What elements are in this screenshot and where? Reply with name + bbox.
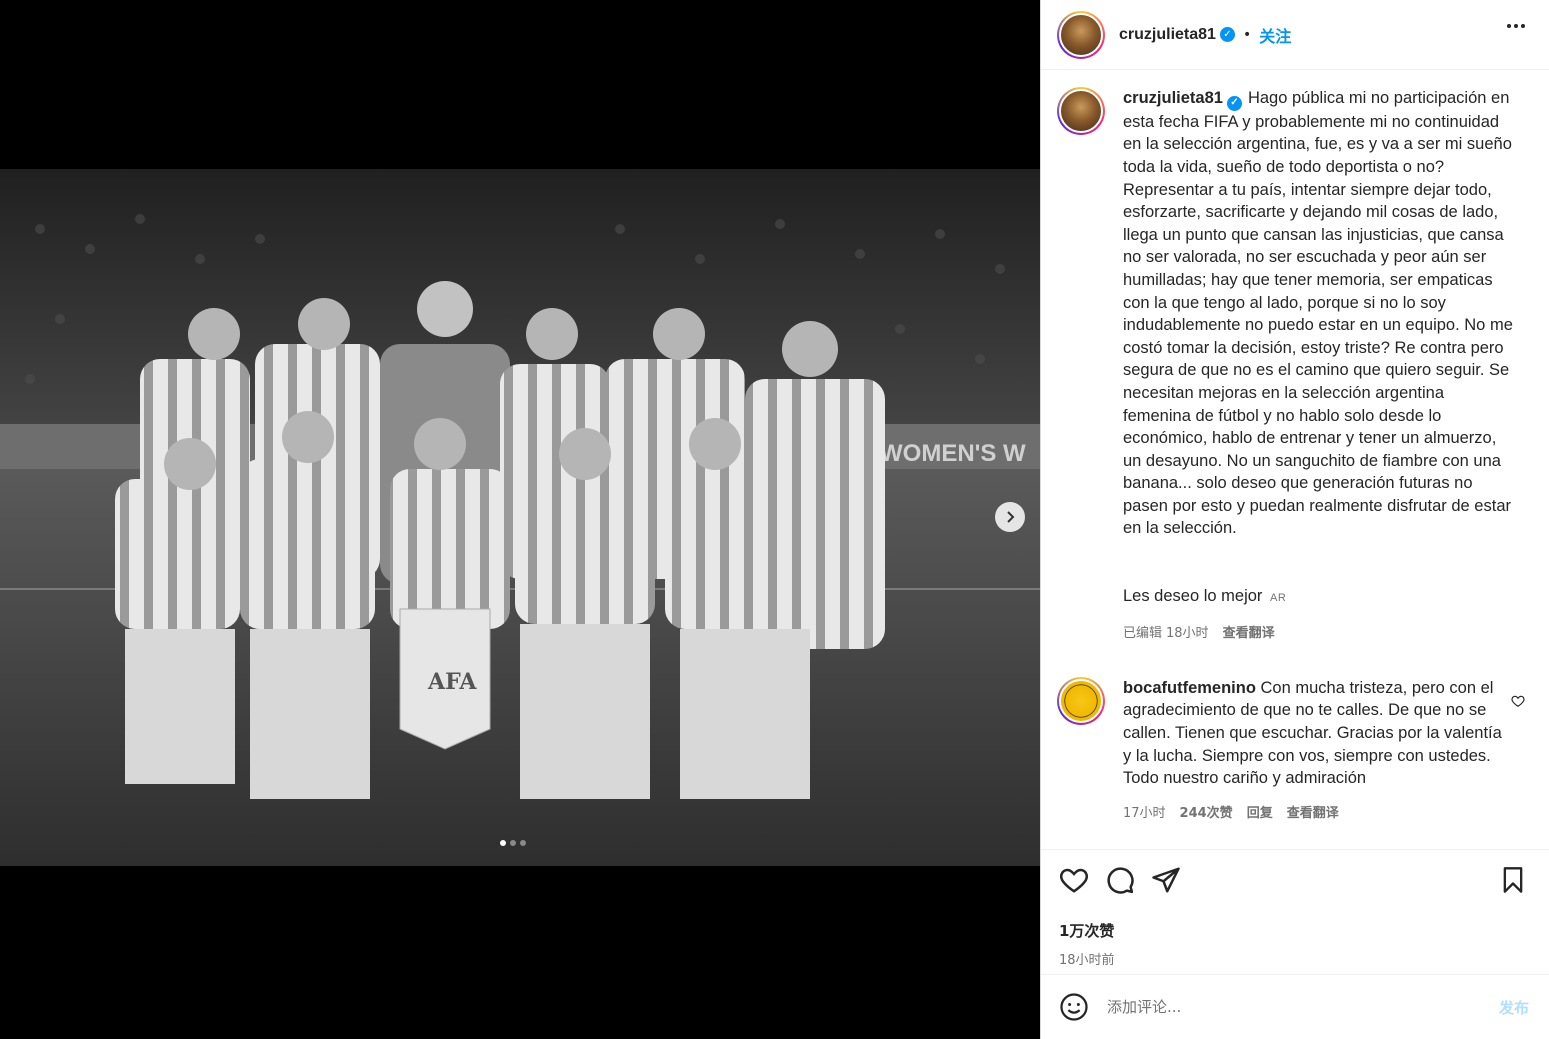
add-comment-bar: 发布 [1041, 974, 1549, 1039]
caption-closing: Les deseo lo mejor [1123, 587, 1263, 606]
carousel-dot [520, 840, 526, 846]
team-photo-illustration: WOMEN'S W AFA [0, 169, 1040, 866]
comment-likes[interactable]: 244次赞 [1180, 802, 1233, 821]
edited-label: 已编辑 [1123, 625, 1163, 641]
post-media-area: WOMEN'S W AFA [0, 0, 1040, 1039]
header-user-info: cruzjulieta81 ✓ • 关注 [1119, 23, 1291, 47]
comment-time[interactable]: 17小时 [1123, 802, 1166, 821]
chevron-right-icon [1007, 511, 1015, 523]
comments-list[interactable]: cruzjulieta81 ✓ Hago pública mi no partici… [1041, 71, 1549, 849]
caption-time[interactable]: 18小时 [1166, 622, 1209, 641]
see-translation-button[interactable]: 查看翻译 [1287, 802, 1339, 821]
caption-username[interactable]: cruzjulieta81 [1123, 89, 1223, 107]
avatar[interactable] [1057, 676, 1105, 725]
reply-button[interactable]: 回复 [1247, 802, 1273, 821]
follow-button[interactable]: 关注 [1259, 23, 1291, 47]
likes-count[interactable]: 1万次赞 [1059, 920, 1533, 941]
verified-badge-icon: ✓ [1219, 27, 1235, 42]
svg-text:AFA: AFA [427, 669, 477, 695]
post-header: cruzjulieta81 ✓ • 关注 [1041, 0, 1549, 70]
caption-text: cruzjulieta81 ✓ Hago pública mi no partici… [1123, 87, 1513, 610]
caption-body: Hago pública mi no participación en esta… [1123, 89, 1518, 538]
send-icon[interactable] [1151, 865, 1181, 895]
see-translation-button[interactable]: 查看翻译 [1223, 622, 1275, 641]
avatar[interactable] [1057, 10, 1105, 59]
comment-meta: 17小时 244次赞 回复 查看翻译 [1123, 802, 1513, 821]
avatar[interactable] [1057, 87, 1105, 135]
emoji-icon[interactable] [1059, 992, 1089, 1022]
post-actions: 1万次赞 18小时前 [1041, 849, 1549, 968]
comment-username[interactable]: bocafutfemenino [1123, 679, 1256, 697]
comment-text: bocafutfemenino Con mucha tristeza, pero… [1123, 677, 1513, 790]
more-horizontal-icon[interactable] [1507, 24, 1525, 28]
carousel-dot [510, 840, 516, 846]
heart-icon[interactable] [1059, 865, 1089, 895]
team-photo[interactable]: WOMEN'S W AFA [0, 169, 1040, 866]
post-details-panel: cruzjulieta81 ✓ • 关注 cruzjulieta81 ✓ Hago … [1040, 0, 1549, 1039]
svg-text:WOMEN'S W: WOMEN'S W [880, 440, 1026, 467]
comment-input[interactable] [1107, 998, 1499, 1016]
verified-badge-icon: ✓ [1226, 95, 1242, 111]
carousel-dot [500, 840, 506, 846]
carousel-next-button[interactable] [995, 502, 1025, 532]
caption-meta: 已编辑 18小时 查看翻译 [1123, 622, 1513, 641]
bookmark-icon[interactable] [1499, 865, 1527, 895]
comment-item: bocafutfemenino Con mucha tristeza, pero… [1057, 676, 1533, 821]
flag-tag: AR [1270, 592, 1287, 605]
posted-time[interactable]: 18小时前 [1059, 949, 1533, 968]
post-comment-button[interactable]: 发布 [1499, 997, 1529, 1018]
separator-dot: • [1242, 26, 1252, 43]
comment-like-heart-icon[interactable] [1511, 693, 1525, 712]
carousel-indicator [500, 840, 526, 846]
author-username[interactable]: cruzjulieta81 [1119, 26, 1216, 44]
action-icons [1059, 862, 1533, 898]
caption: cruzjulieta81 ✓ Hago pública mi no partici… [1057, 87, 1533, 641]
comment-icon[interactable] [1105, 865, 1135, 895]
